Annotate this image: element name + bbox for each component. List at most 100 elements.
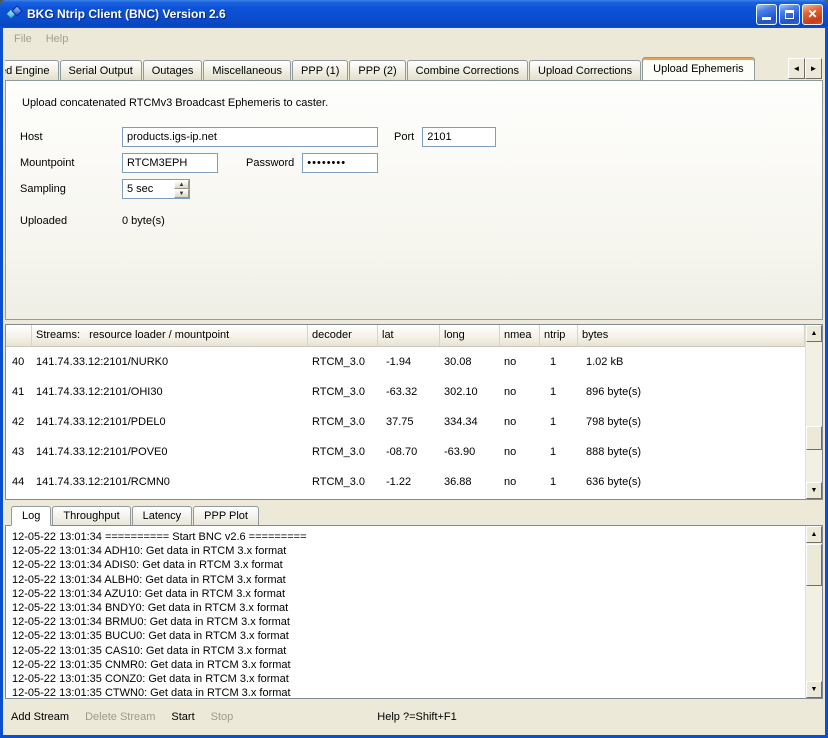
tab-outages[interactable]: Outages bbox=[143, 60, 203, 80]
maximize-icon bbox=[785, 10, 794, 19]
tab-scroll-left-button[interactable]: ◄ bbox=[788, 58, 805, 79]
streams-header: Streams: resource loader / mountpointdec… bbox=[6, 325, 805, 347]
mountpoint-row: Mountpoint Password bbox=[20, 153, 808, 173]
sampling-label: Sampling bbox=[20, 183, 122, 195]
streams-table: Streams: resource loader / mountpointdec… bbox=[5, 324, 823, 500]
tab-ppp-1[interactable]: PPP (1) bbox=[292, 60, 348, 80]
table-row[interactable]: 41141.74.33.12:2101/OHI30RTCM_3.0-63.323… bbox=[6, 377, 805, 407]
cell-long: 334.34 bbox=[440, 416, 500, 428]
streams-scroll-thumb[interactable] bbox=[806, 426, 822, 450]
tab-throughput[interactable]: Throughput bbox=[52, 506, 130, 525]
row-number: 42 bbox=[6, 416, 32, 428]
tab-upload-ephemeris[interactable]: Upload Ephemeris bbox=[642, 57, 755, 80]
tab-ppp-plot[interactable]: PPP Plot bbox=[193, 506, 259, 525]
cell-nmea: no bbox=[500, 476, 540, 488]
app-window: BKG Ntrip Client (BNC) Version 2.6 ✕ Fil… bbox=[0, 0, 828, 738]
menu-bar: File Help bbox=[3, 28, 825, 50]
uploaded-label: Uploaded bbox=[20, 215, 122, 227]
cell-long: 30.08 bbox=[440, 356, 500, 368]
mountpoint-field[interactable] bbox=[122, 153, 218, 173]
table-corner bbox=[6, 325, 32, 346]
minimize-button[interactable] bbox=[756, 4, 777, 25]
scroll-down-button[interactable]: ▼ bbox=[806, 681, 822, 698]
log-line: 12-05-22 13:01:35 BUCU0: Get data in RTC… bbox=[12, 629, 799, 643]
column-header: Streams: resource loader / mountpoint bbox=[32, 325, 308, 346]
cell-lat: 37.75 bbox=[378, 416, 440, 428]
tab-latency[interactable]: Latency bbox=[132, 506, 193, 525]
cell-mountpoint: 141.74.33.12:2101/PDEL0 bbox=[32, 416, 308, 428]
upload-ephemeris-panel: Upload concatenated RTCMv3 Broadcast Eph… bbox=[5, 80, 823, 320]
cell-lat: -1.22 bbox=[378, 476, 440, 488]
spin-up-button[interactable]: ▲ bbox=[174, 180, 189, 189]
maximize-button[interactable] bbox=[779, 4, 800, 25]
tab-upload-corrections[interactable]: Upload Corrections bbox=[529, 60, 641, 80]
tab-serial-output[interactable]: Serial Output bbox=[60, 60, 142, 80]
log-line: 12-05-22 13:01:34 BNDY0: Get data in RTC… bbox=[12, 601, 799, 615]
log-line: 12-05-22 13:01:34 ADIS0: Get data in RTC… bbox=[12, 558, 799, 572]
table-row[interactable]: 40141.74.33.12:2101/NURK0RTCM_3.0-1.9430… bbox=[6, 347, 805, 377]
sampling-value: 5 sec bbox=[123, 180, 174, 198]
start-button[interactable]: Start bbox=[171, 711, 194, 723]
log-scroll-track[interactable] bbox=[806, 543, 822, 681]
cell-decoder: RTCM_3.0 bbox=[308, 446, 378, 458]
scroll-up-button[interactable]: ▲ bbox=[806, 526, 822, 543]
column-header: ntrip bbox=[540, 325, 578, 346]
tab-bar: ed EngineSerial OutputOutagesMiscellaneo… bbox=[3, 50, 825, 80]
tab-miscellaneous[interactable]: Miscellaneous bbox=[203, 60, 291, 80]
tab-combine-corrections[interactable]: Combine Corrections bbox=[407, 60, 528, 80]
cell-bytes: 798 byte(s) bbox=[578, 416, 805, 428]
tab-ed-engine[interactable]: ed Engine bbox=[5, 60, 59, 80]
sampling-spinner[interactable]: 5 sec ▲ ▼ bbox=[122, 179, 190, 199]
log-line: 12-05-22 13:01:34 BRMU0: Get data in RTC… bbox=[12, 615, 799, 629]
streams-scrollbar[interactable]: ▲ ▼ bbox=[805, 325, 822, 499]
log-line: 12-05-22 13:01:34 ========== Start BNC v… bbox=[12, 530, 799, 544]
scroll-up-icon: ▲ bbox=[811, 330, 818, 337]
column-header: long bbox=[440, 325, 500, 346]
row-number: 43 bbox=[6, 446, 32, 458]
minimize-icon bbox=[762, 17, 771, 20]
tab-scroll-buttons: ◄ ► bbox=[788, 58, 822, 79]
delete-stream-button[interactable]: Delete Stream bbox=[85, 711, 155, 723]
scroll-down-button[interactable]: ▼ bbox=[806, 482, 822, 499]
port-field[interactable] bbox=[422, 127, 496, 147]
table-row[interactable]: 42141.74.33.12:2101/PDEL0RTCM_3.037.7533… bbox=[6, 407, 805, 437]
host-field[interactable] bbox=[122, 127, 378, 147]
close-icon: ✕ bbox=[807, 8, 817, 20]
app-icon bbox=[6, 6, 22, 22]
titlebar[interactable]: BKG Ntrip Client (BNC) Version 2.6 ✕ bbox=[0, 0, 828, 28]
cell-nmea: no bbox=[500, 386, 540, 398]
stop-button[interactable]: Stop bbox=[211, 711, 234, 723]
cell-decoder: RTCM_3.0 bbox=[308, 356, 378, 368]
row-number: 44 bbox=[6, 476, 32, 488]
password-field[interactable] bbox=[302, 153, 378, 173]
cell-ntrip: 1 bbox=[540, 386, 578, 398]
cell-mountpoint: 141.74.33.12:2101/RCMN0 bbox=[32, 476, 308, 488]
log-scrollbar[interactable]: ▲ ▼ bbox=[805, 526, 822, 698]
table-row[interactable]: 43141.74.33.12:2101/POVE0RTCM_3.0-08.70-… bbox=[6, 437, 805, 467]
mountpoint-label: Mountpoint bbox=[20, 157, 122, 169]
log-line: 12-05-22 13:01:34 AZU10: Get data in RTC… bbox=[12, 587, 799, 601]
tab-ppp-2[interactable]: PPP (2) bbox=[349, 60, 405, 80]
cell-mountpoint: 141.74.33.12:2101/NURK0 bbox=[32, 356, 308, 368]
menu-help[interactable]: Help bbox=[39, 31, 76, 47]
cell-lat: -63.32 bbox=[378, 386, 440, 398]
log-scroll-thumb[interactable] bbox=[806, 544, 822, 586]
cell-bytes: 636 byte(s) bbox=[578, 476, 805, 488]
arrow-right-icon: ► bbox=[810, 65, 818, 73]
tab-log[interactable]: Log bbox=[11, 506, 51, 526]
cell-bytes: 896 byte(s) bbox=[578, 386, 805, 398]
spin-down-button[interactable]: ▼ bbox=[174, 189, 189, 198]
streams-scroll-track[interactable] bbox=[806, 342, 822, 482]
bottom-bar: Add StreamDelete StreamStartStop Help ?=… bbox=[3, 699, 825, 735]
add-stream-button[interactable]: Add Stream bbox=[11, 711, 69, 723]
menu-file[interactable]: File bbox=[7, 31, 39, 47]
scroll-down-icon: ▼ bbox=[811, 487, 818, 494]
close-button[interactable]: ✕ bbox=[802, 4, 823, 25]
row-number: 40 bbox=[6, 356, 32, 368]
table-row[interactable]: 44141.74.33.12:2101/RCMN0RTCM_3.0-1.2236… bbox=[6, 467, 805, 497]
row-number: 41 bbox=[6, 386, 32, 398]
cell-ntrip: 1 bbox=[540, 476, 578, 488]
log-lines[interactable]: 12-05-22 13:01:34 ========== Start BNC v… bbox=[6, 526, 805, 698]
scroll-up-button[interactable]: ▲ bbox=[806, 325, 822, 342]
tab-scroll-right-button[interactable]: ► bbox=[805, 58, 822, 79]
